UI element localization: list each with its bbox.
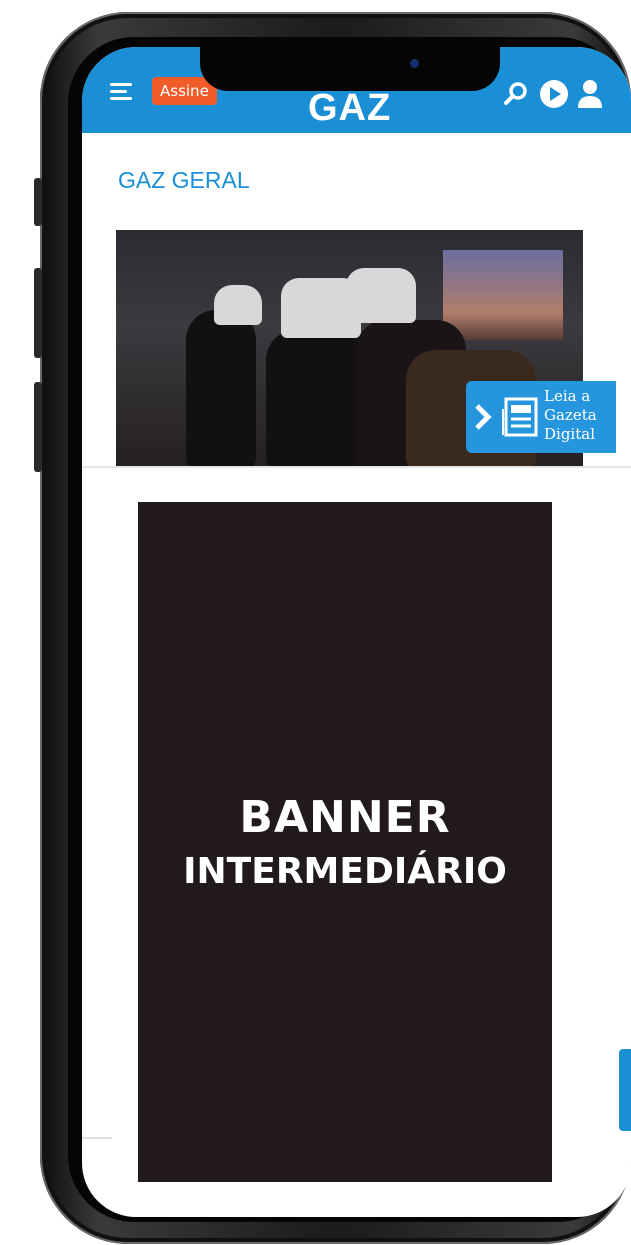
photo-seat xyxy=(186,310,256,467)
side-tab[interactable] xyxy=(619,1049,631,1131)
section-title[interactable]: GAZ GERAL xyxy=(118,167,250,194)
banner-title: BANNER xyxy=(239,792,451,843)
banner-subtitle: INTERMEDIÁRIO xyxy=(183,851,507,892)
leia-gazeta-digital-button[interactable]: Leia a Gazeta Digital xyxy=(466,381,616,453)
play-icon[interactable] xyxy=(539,79,569,109)
header-actions xyxy=(503,79,603,109)
phone-volume-down xyxy=(34,382,42,472)
phone-volume-up xyxy=(34,268,42,358)
menu-icon[interactable] xyxy=(110,83,132,104)
gaz-logo[interactable]: GAZ xyxy=(308,87,391,130)
leia-line-1: Leia a xyxy=(544,387,591,405)
bottom-divider xyxy=(82,1137,112,1139)
ad-banner[interactable]: BANNER INTERMEDIÁRIO xyxy=(138,502,552,1182)
leia-line-3: Digital xyxy=(544,425,595,443)
newspaper-icon xyxy=(502,397,538,437)
phone-notch xyxy=(200,47,500,91)
front-camera xyxy=(410,59,419,68)
content-divider xyxy=(82,466,631,468)
leia-line-2: Gazeta xyxy=(544,406,597,424)
chevron-right-icon xyxy=(475,404,492,430)
phone-screen: Assine GAZ GAZ GERAL Leia a Gazeta Digit… xyxy=(82,47,631,1217)
photo-headrest xyxy=(346,268,416,323)
phone-silent-switch xyxy=(34,178,42,226)
user-icon[interactable] xyxy=(577,79,603,109)
photo-headrest xyxy=(214,285,262,325)
search-icon[interactable] xyxy=(503,80,531,108)
leia-text: Leia a Gazeta Digital xyxy=(544,387,597,444)
photo-window xyxy=(443,250,563,340)
